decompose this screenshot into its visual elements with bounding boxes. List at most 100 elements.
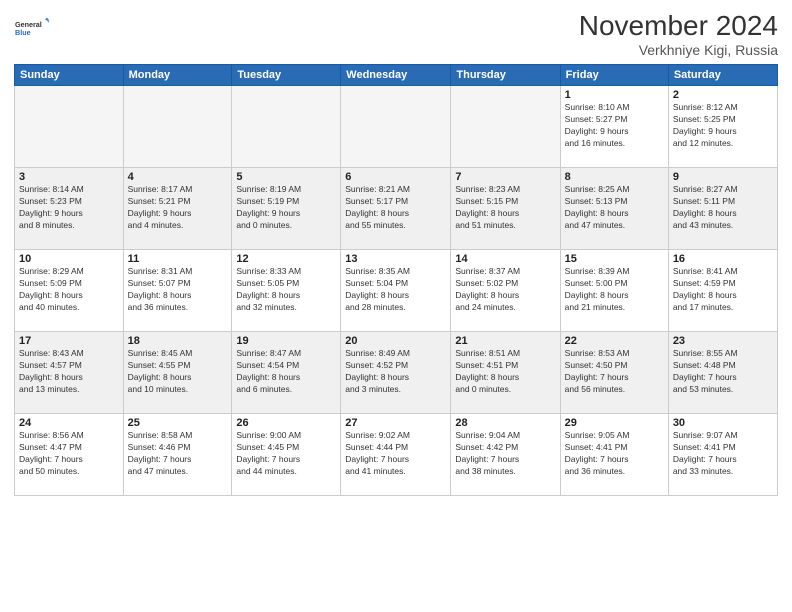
calendar-cell: 5Sunrise: 8:19 AM Sunset: 5:19 PM Daylig… <box>232 168 341 250</box>
day-info: Sunrise: 8:43 AM Sunset: 4:57 PM Dayligh… <box>19 348 119 396</box>
day-number: 2 <box>673 89 773 101</box>
day-number: 18 <box>128 335 228 347</box>
calendar-cell: 14Sunrise: 8:37 AM Sunset: 5:02 PM Dayli… <box>451 250 560 332</box>
day-info: Sunrise: 9:05 AM Sunset: 4:41 PM Dayligh… <box>565 430 664 478</box>
week-row-1: 1Sunrise: 8:10 AM Sunset: 5:27 PM Daylig… <box>15 86 778 168</box>
day-info: Sunrise: 8:12 AM Sunset: 5:25 PM Dayligh… <box>673 102 773 150</box>
week-row-2: 3Sunrise: 8:14 AM Sunset: 5:23 PM Daylig… <box>15 168 778 250</box>
day-number: 29 <box>565 417 664 429</box>
calendar-cell: 6Sunrise: 8:21 AM Sunset: 5:17 PM Daylig… <box>341 168 451 250</box>
location: Verkhniye Kigi, Russia <box>579 42 778 58</box>
day-info: Sunrise: 8:47 AM Sunset: 4:54 PM Dayligh… <box>236 348 336 396</box>
day-info: Sunrise: 8:41 AM Sunset: 4:59 PM Dayligh… <box>673 266 773 314</box>
logo-svg: General Blue <box>14 10 50 46</box>
day-number: 25 <box>128 417 228 429</box>
col-monday: Monday <box>123 65 232 86</box>
day-number: 6 <box>345 171 446 183</box>
header: General Blue November 2024 Verkhniye Kig… <box>14 10 778 58</box>
col-wednesday: Wednesday <box>341 65 451 86</box>
calendar-cell <box>123 86 232 168</box>
day-number: 5 <box>236 171 336 183</box>
calendar-cell <box>341 86 451 168</box>
calendar-cell: 11Sunrise: 8:31 AM Sunset: 5:07 PM Dayli… <box>123 250 232 332</box>
day-number: 22 <box>565 335 664 347</box>
day-number: 14 <box>455 253 555 265</box>
day-info: Sunrise: 8:55 AM Sunset: 4:48 PM Dayligh… <box>673 348 773 396</box>
day-info: Sunrise: 8:33 AM Sunset: 5:05 PM Dayligh… <box>236 266 336 314</box>
day-info: Sunrise: 8:27 AM Sunset: 5:11 PM Dayligh… <box>673 184 773 232</box>
calendar-cell: 8Sunrise: 8:25 AM Sunset: 5:13 PM Daylig… <box>560 168 668 250</box>
calendar-cell: 19Sunrise: 8:47 AM Sunset: 4:54 PM Dayli… <box>232 332 341 414</box>
day-number: 16 <box>673 253 773 265</box>
calendar-cell: 3Sunrise: 8:14 AM Sunset: 5:23 PM Daylig… <box>15 168 124 250</box>
day-info: Sunrise: 8:39 AM Sunset: 5:00 PM Dayligh… <box>565 266 664 314</box>
col-tuesday: Tuesday <box>232 65 341 86</box>
col-saturday: Saturday <box>668 65 777 86</box>
day-info: Sunrise: 8:37 AM Sunset: 5:02 PM Dayligh… <box>455 266 555 314</box>
calendar-cell: 27Sunrise: 9:02 AM Sunset: 4:44 PM Dayli… <box>341 414 451 496</box>
calendar-cell: 2Sunrise: 8:12 AM Sunset: 5:25 PM Daylig… <box>668 86 777 168</box>
col-sunday: Sunday <box>15 65 124 86</box>
calendar-cell: 24Sunrise: 8:56 AM Sunset: 4:47 PM Dayli… <box>15 414 124 496</box>
day-number: 26 <box>236 417 336 429</box>
day-number: 17 <box>19 335 119 347</box>
day-number: 1 <box>565 89 664 101</box>
day-number: 9 <box>673 171 773 183</box>
day-number: 20 <box>345 335 446 347</box>
calendar-cell: 20Sunrise: 8:49 AM Sunset: 4:52 PM Dayli… <box>341 332 451 414</box>
calendar-cell: 16Sunrise: 8:41 AM Sunset: 4:59 PM Dayli… <box>668 250 777 332</box>
calendar-cell: 10Sunrise: 8:29 AM Sunset: 5:09 PM Dayli… <box>15 250 124 332</box>
calendar-cell: 4Sunrise: 8:17 AM Sunset: 5:21 PM Daylig… <box>123 168 232 250</box>
day-info: Sunrise: 8:58 AM Sunset: 4:46 PM Dayligh… <box>128 430 228 478</box>
calendar-cell <box>451 86 560 168</box>
day-number: 30 <box>673 417 773 429</box>
calendar-cell: 26Sunrise: 9:00 AM Sunset: 4:45 PM Dayli… <box>232 414 341 496</box>
day-number: 19 <box>236 335 336 347</box>
calendar-cell: 7Sunrise: 8:23 AM Sunset: 5:15 PM Daylig… <box>451 168 560 250</box>
calendar-cell: 29Sunrise: 9:05 AM Sunset: 4:41 PM Dayli… <box>560 414 668 496</box>
day-info: Sunrise: 8:17 AM Sunset: 5:21 PM Dayligh… <box>128 184 228 232</box>
day-number: 15 <box>565 253 664 265</box>
calendar-cell: 25Sunrise: 8:58 AM Sunset: 4:46 PM Dayli… <box>123 414 232 496</box>
logo: General Blue <box>14 10 50 46</box>
day-number: 8 <box>565 171 664 183</box>
day-info: Sunrise: 8:53 AM Sunset: 4:50 PM Dayligh… <box>565 348 664 396</box>
day-number: 7 <box>455 171 555 183</box>
day-info: Sunrise: 9:04 AM Sunset: 4:42 PM Dayligh… <box>455 430 555 478</box>
calendar-cell: 28Sunrise: 9:04 AM Sunset: 4:42 PM Dayli… <box>451 414 560 496</box>
week-row-3: 10Sunrise: 8:29 AM Sunset: 5:09 PM Dayli… <box>15 250 778 332</box>
calendar-cell: 9Sunrise: 8:27 AM Sunset: 5:11 PM Daylig… <box>668 168 777 250</box>
day-number: 11 <box>128 253 228 265</box>
day-info: Sunrise: 8:29 AM Sunset: 5:09 PM Dayligh… <box>19 266 119 314</box>
col-friday: Friday <box>560 65 668 86</box>
day-number: 4 <box>128 171 228 183</box>
day-number: 21 <box>455 335 555 347</box>
day-info: Sunrise: 8:10 AM Sunset: 5:27 PM Dayligh… <box>565 102 664 150</box>
calendar-cell: 22Sunrise: 8:53 AM Sunset: 4:50 PM Dayli… <box>560 332 668 414</box>
calendar-header-row: Sunday Monday Tuesday Wednesday Thursday… <box>15 65 778 86</box>
day-info: Sunrise: 8:45 AM Sunset: 4:55 PM Dayligh… <box>128 348 228 396</box>
day-info: Sunrise: 8:19 AM Sunset: 5:19 PM Dayligh… <box>236 184 336 232</box>
day-info: Sunrise: 8:49 AM Sunset: 4:52 PM Dayligh… <box>345 348 446 396</box>
day-info: Sunrise: 9:02 AM Sunset: 4:44 PM Dayligh… <box>345 430 446 478</box>
day-info: Sunrise: 8:31 AM Sunset: 5:07 PM Dayligh… <box>128 266 228 314</box>
calendar-cell <box>232 86 341 168</box>
col-thursday: Thursday <box>451 65 560 86</box>
svg-text:Blue: Blue <box>15 28 31 37</box>
page-container: General Blue November 2024 Verkhniye Kig… <box>0 0 792 612</box>
calendar-table: Sunday Monday Tuesday Wednesday Thursday… <box>14 64 778 496</box>
week-row-4: 17Sunrise: 8:43 AM Sunset: 4:57 PM Dayli… <box>15 332 778 414</box>
calendar-cell: 13Sunrise: 8:35 AM Sunset: 5:04 PM Dayli… <box>341 250 451 332</box>
day-info: Sunrise: 8:21 AM Sunset: 5:17 PM Dayligh… <box>345 184 446 232</box>
calendar-cell: 30Sunrise: 9:07 AM Sunset: 4:41 PM Dayli… <box>668 414 777 496</box>
calendar-cell: 17Sunrise: 8:43 AM Sunset: 4:57 PM Dayli… <box>15 332 124 414</box>
day-info: Sunrise: 8:51 AM Sunset: 4:51 PM Dayligh… <box>455 348 555 396</box>
day-number: 12 <box>236 253 336 265</box>
day-number: 23 <box>673 335 773 347</box>
title-section: November 2024 Verkhniye Kigi, Russia <box>579 10 778 58</box>
calendar-cell: 1Sunrise: 8:10 AM Sunset: 5:27 PM Daylig… <box>560 86 668 168</box>
day-info: Sunrise: 8:23 AM Sunset: 5:15 PM Dayligh… <box>455 184 555 232</box>
day-info: Sunrise: 9:00 AM Sunset: 4:45 PM Dayligh… <box>236 430 336 478</box>
day-info: Sunrise: 9:07 AM Sunset: 4:41 PM Dayligh… <box>673 430 773 478</box>
day-number: 10 <box>19 253 119 265</box>
